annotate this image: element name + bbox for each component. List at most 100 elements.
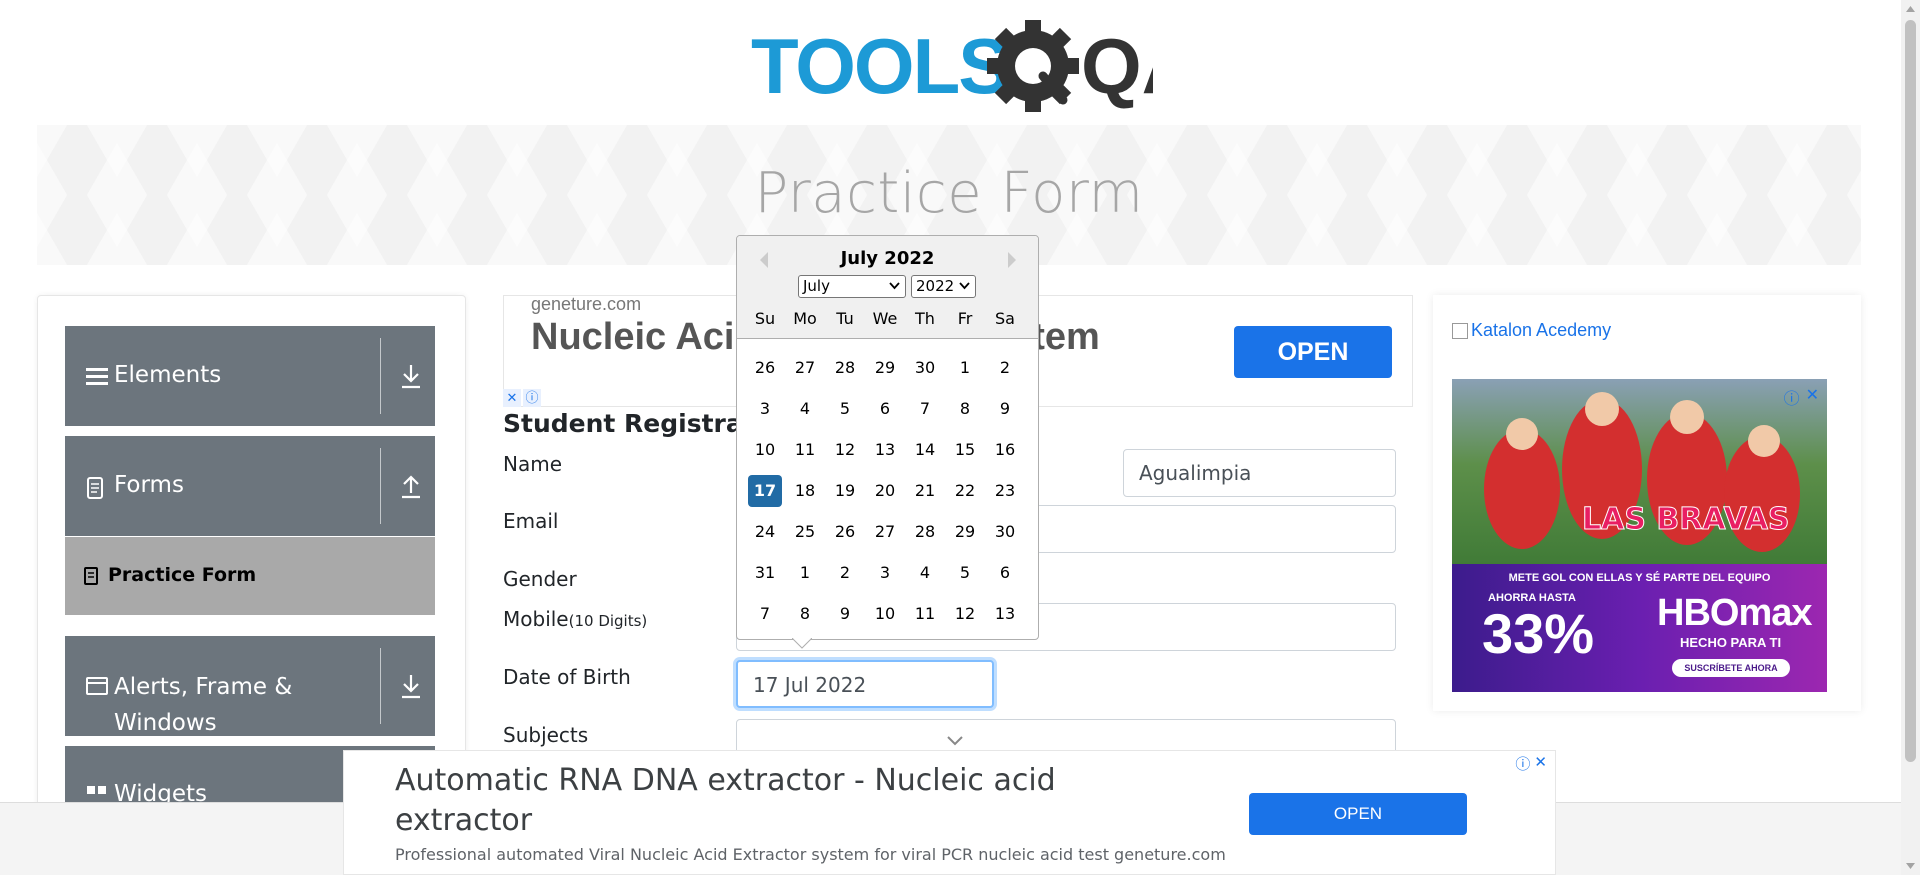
bottom-ad[interactable]: Automatic RNA DNA extractor - Nucleic ac…: [343, 750, 1556, 875]
info-icon[interactable]: ⓘ: [523, 389, 541, 407]
broken-image-icon: [1452, 322, 1468, 339]
calendar-day[interactable]: 29: [948, 516, 982, 548]
page-title: Practice Form: [754, 161, 1144, 226]
calendar-day[interactable]: 28: [908, 516, 942, 548]
gear-icon: [987, 20, 1079, 112]
calendar-day[interactable]: 6: [988, 557, 1022, 589]
close-icon[interactable]: ✕: [1534, 753, 1547, 774]
calendar-day[interactable]: 5: [828, 393, 862, 425]
form-icon: [84, 567, 98, 585]
calendar-day[interactable]: 14: [908, 434, 942, 466]
calendar-day[interactable]: 25: [788, 516, 822, 548]
info-icon[interactable]: ⓘ: [1784, 385, 1800, 409]
sidebar-group-forms[interactable]: Forms: [65, 436, 435, 536]
sidebar-group-elements[interactable]: Elements: [65, 326, 435, 426]
calendar-day[interactable]: 5: [948, 557, 982, 589]
gender-label: Gender: [503, 567, 577, 591]
calendar-day[interactable]: 12: [948, 598, 982, 630]
page-scrollbar[interactable]: [1901, 0, 1920, 875]
weekday-header: Fr: [957, 309, 973, 328]
last-name-input[interactable]: Agualimpia: [1123, 449, 1396, 497]
chevron-down-icon: [959, 282, 970, 290]
calendar-day[interactable]: 31: [748, 557, 782, 589]
calendar-day[interactable]: 26: [748, 352, 782, 384]
calendar-day[interactable]: 20: [868, 475, 902, 507]
calendar-day[interactable]: 13: [868, 434, 902, 466]
calendar-day[interactable]: 11: [908, 598, 942, 630]
calendar-day[interactable]: 2: [988, 352, 1022, 384]
hbo-subtitle: HECHO PARA TI: [1680, 635, 1782, 650]
scroll-down-icon[interactable]: [1905, 861, 1916, 871]
calendar-day[interactable]: 26: [828, 516, 862, 548]
ad-controls: ✕ ⓘ: [503, 389, 541, 407]
mobile-label-text: Mobile: [503, 607, 569, 631]
year-select-value: 2022: [916, 277, 955, 295]
logo-text-qa: QA: [1081, 22, 1153, 110]
calendar-day[interactable]: 12: [828, 434, 862, 466]
calendar-day[interactable]: 13: [988, 598, 1022, 630]
upload-arrow-icon: [402, 475, 420, 499]
logo-text-tools: TOOLS: [751, 22, 1008, 110]
ad-open-button[interactable]: OPEN: [1234, 326, 1392, 378]
download-arrow-icon: [402, 675, 420, 699]
calendar-day[interactable]: 27: [868, 516, 902, 548]
hbo-brand: HBOmax: [1657, 592, 1812, 634]
right-ad-panel: Katalon Acedemy LAS BRAVAS ⓘ ✕ METE GOL …: [1433, 295, 1861, 711]
calendar-day[interactable]: 2: [828, 557, 862, 589]
month-select[interactable]: July: [798, 275, 906, 298]
calendar-day[interactable]: 4: [908, 557, 942, 589]
katalon-link-text[interactable]: Katalon Acedemy: [1471, 320, 1611, 341]
weekday-header: Su: [754, 309, 776, 328]
date-of-birth-input[interactable]: 17 Jul 2022: [736, 660, 994, 708]
calendar-day[interactable]: 15: [948, 434, 982, 466]
close-icon[interactable]: ✕: [503, 389, 521, 407]
katalon-academy-link[interactable]: Katalon Acedemy: [1452, 320, 1611, 341]
calendar-day[interactable]: 16: [988, 434, 1022, 466]
next-month-icon[interactable]: [1005, 250, 1019, 270]
calendar-day[interactable]: 10: [868, 598, 902, 630]
calendar-day[interactable]: 11: [788, 434, 822, 466]
sidebar-group-label: Elements: [114, 362, 222, 388]
bottom-ad-description: Professional automated Viral Nucleic Aci…: [395, 845, 1226, 864]
scroll-up-icon[interactable]: [1905, 4, 1916, 14]
calendar-day[interactable]: 28: [828, 352, 862, 384]
calendar-day[interactable]: 1: [788, 557, 822, 589]
calendar-day[interactable]: 23: [988, 475, 1022, 507]
divider: [380, 648, 381, 724]
year-select[interactable]: 2022: [911, 275, 976, 298]
calendar-day[interactable]: 7: [748, 598, 782, 630]
month-select-value: July: [803, 277, 830, 295]
calendar-day[interactable]: 24: [748, 516, 782, 548]
calendar-day[interactable]: 10: [748, 434, 782, 466]
calendar-day[interactable]: 30: [908, 352, 942, 384]
calendar-day[interactable]: 7: [908, 393, 942, 425]
calendar-day[interactable]: 3: [748, 393, 782, 425]
bottom-ad-headline[interactable]: Automatic RNA DNA extractor - Nucleic ac…: [395, 761, 1095, 841]
toolsqa-logo[interactable]: TOOLS QA: [751, 18, 1153, 114]
close-icon[interactable]: ✕: [1806, 385, 1819, 409]
calendar-day[interactable]: 4: [788, 393, 822, 425]
calendar-day[interactable]: 1: [948, 352, 982, 384]
sidebar-group-alerts[interactable]: Alerts, Frame & Windows: [65, 636, 435, 736]
calendar-day[interactable]: 3: [868, 557, 902, 589]
calendar-day[interactable]: 18: [788, 475, 822, 507]
bottom-ad-open-button[interactable]: OPEN: [1249, 793, 1467, 835]
calendar-day[interactable]: 21: [908, 475, 942, 507]
calendar-day[interactable]: 19: [828, 475, 862, 507]
calendar-day[interactable]: 8: [788, 598, 822, 630]
hbo-ad[interactable]: LAS BRAVAS ⓘ ✕ METE GOL CON ELLAS Y SÉ P…: [1452, 379, 1827, 692]
calendar-day[interactable]: 8: [948, 393, 982, 425]
calendar-day[interactable]: 29: [868, 352, 902, 384]
hbo-subscribe-button[interactable]: SUSCRÍBETE AHORA: [1672, 659, 1790, 677]
calendar-day-selected[interactable]: 17: [748, 475, 782, 507]
calendar-day[interactable]: 30: [988, 516, 1022, 548]
scrollbar-thumb[interactable]: [1905, 20, 1916, 762]
calendar-day[interactable]: 6: [868, 393, 902, 425]
sidebar-item-practice-form[interactable]: Practice Form: [65, 537, 435, 615]
calendar-day[interactable]: 9: [988, 393, 1022, 425]
info-icon[interactable]: ⓘ: [1515, 753, 1530, 774]
calendar-day[interactable]: 9: [828, 598, 862, 630]
calendar-day[interactable]: 27: [788, 352, 822, 384]
calendar-day[interactable]: 22: [948, 475, 982, 507]
document-icon: [87, 477, 103, 499]
